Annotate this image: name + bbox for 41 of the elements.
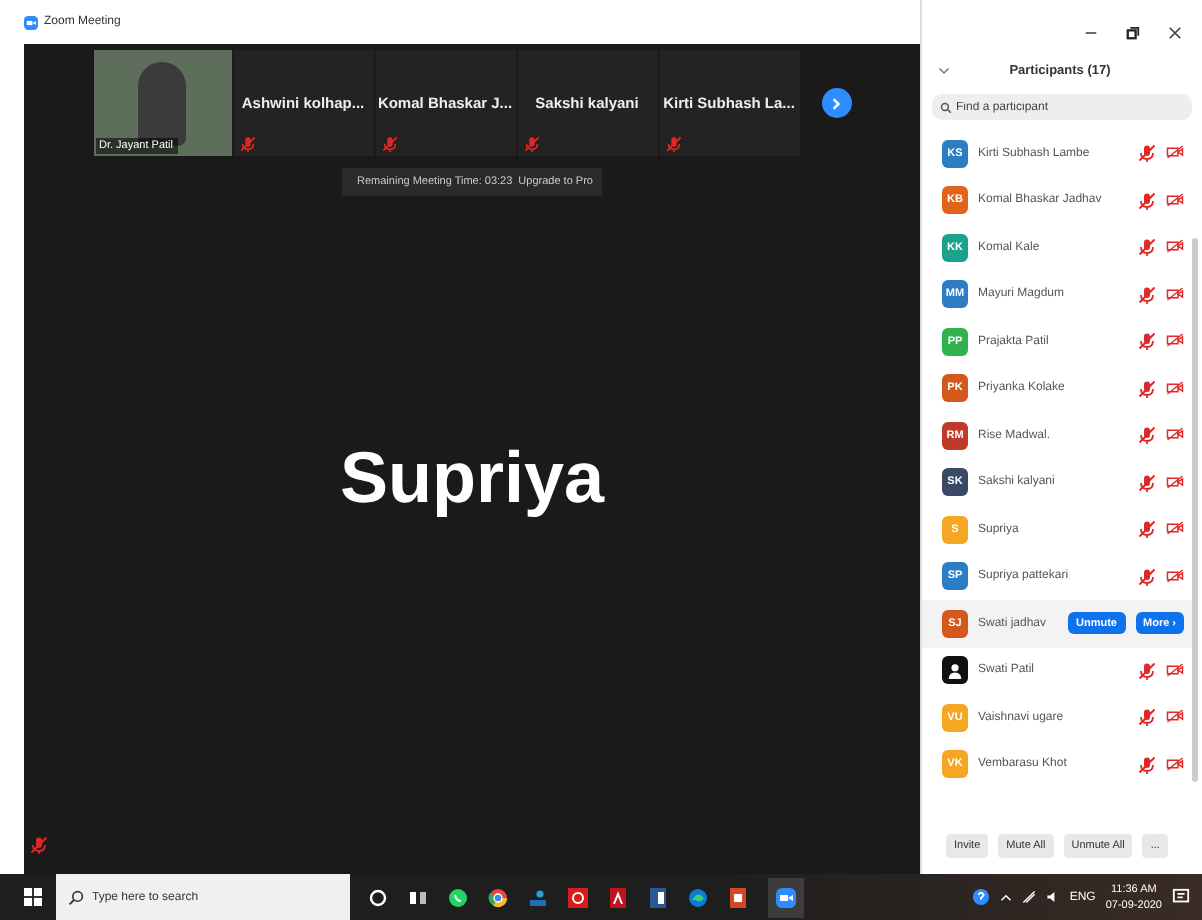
search-icon bbox=[68, 889, 84, 905]
chevron-right-icon bbox=[828, 95, 844, 111]
document-icon[interactable] bbox=[648, 887, 668, 907]
task-view-icon[interactable] bbox=[408, 887, 428, 907]
search-icon bbox=[940, 101, 952, 113]
ring-app-icon[interactable] bbox=[568, 887, 588, 907]
slides-icon[interactable] bbox=[728, 887, 748, 907]
video-off-icon bbox=[1166, 191, 1184, 208]
close-icon[interactable] bbox=[1168, 25, 1182, 39]
person-computer-icon[interactable] bbox=[528, 887, 548, 907]
restore-icon[interactable] bbox=[1126, 25, 1140, 39]
chevron-down-icon[interactable] bbox=[938, 64, 950, 76]
pdf-document-icon[interactable] bbox=[608, 887, 628, 907]
video-off-icon bbox=[1166, 379, 1184, 396]
chat-bubble-icon[interactable] bbox=[448, 887, 468, 907]
video-off-icon bbox=[1166, 238, 1184, 255]
app-logo-icon bbox=[24, 15, 38, 29]
video-off-icon bbox=[1166, 473, 1184, 490]
video-off-icon bbox=[1166, 755, 1184, 772]
video-app-taskbar-button[interactable] bbox=[768, 877, 804, 917]
video-off-icon bbox=[1166, 285, 1184, 302]
next-page-button[interactable] bbox=[821, 88, 851, 118]
video-camera-icon bbox=[776, 887, 796, 907]
active-speaker-name: Supriya bbox=[339, 436, 605, 520]
video-off-icon bbox=[1166, 520, 1184, 537]
video-off-icon bbox=[1166, 567, 1184, 584]
video-off-icon bbox=[1166, 708, 1184, 725]
help-icon[interactable] bbox=[971, 888, 990, 906]
scrollbar[interactable] bbox=[1192, 238, 1198, 782]
notification-icon[interactable] bbox=[1172, 888, 1190, 906]
cortana-circle-icon[interactable] bbox=[368, 887, 388, 907]
chevron-up-icon[interactable] bbox=[999, 891, 1012, 903]
network-icon[interactable] bbox=[1021, 890, 1036, 904]
browser-icon[interactable] bbox=[488, 887, 508, 907]
speaker-icon[interactable] bbox=[1045, 890, 1060, 904]
video-off-icon bbox=[1166, 144, 1184, 161]
video-off-icon bbox=[1166, 332, 1184, 349]
windows-logo-icon[interactable] bbox=[24, 888, 42, 906]
video-off-icon bbox=[1166, 426, 1184, 443]
video-off-icon bbox=[1166, 661, 1184, 678]
edge-browser-icon[interactable] bbox=[688, 887, 708, 907]
